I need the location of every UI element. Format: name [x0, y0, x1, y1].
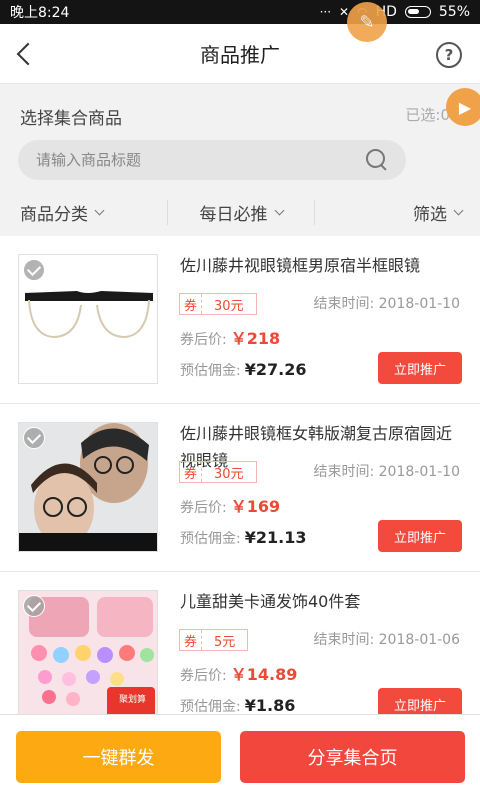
app-header: 商品推广 ?: [0, 24, 480, 84]
search-box: [18, 140, 406, 180]
bottom-action-bar: 一键群发 分享集合页: [0, 714, 480, 800]
promote-button[interactable]: 立即推广: [378, 688, 462, 714]
tab-category[interactable]: 商品分类: [0, 200, 167, 225]
status-icons: ··· ✕ ◠ HD 55%: [320, 4, 470, 20]
coupon-badge: 券 5元: [179, 629, 249, 651]
end-time: 结束时间: 2018-01-06: [313, 632, 460, 648]
help-icon[interactable]: ?: [436, 42, 462, 68]
product-image-glasses-1[interactable]: [18, 254, 158, 384]
tab-category-label: 商品分类: [20, 204, 88, 225]
tab-filter[interactable]: 筛选: [315, 200, 480, 225]
status-time: 晚上8:24: [10, 5, 70, 21]
floating-video-icon[interactable]: ▶: [446, 88, 480, 126]
price-value: ￥14.89: [230, 665, 298, 684]
commission-row: 预估佣金: ¥21.13: [180, 528, 306, 548]
battery-percent: 55%: [438, 4, 470, 20]
juhuasuan-badge: 聚划算: [119, 695, 147, 705]
product-title[interactable]: 佐川藤井视眼镜框男原宿半框眼镜: [180, 252, 462, 279]
promote-button[interactable]: 立即推广: [378, 352, 462, 384]
search-input[interactable]: [36, 151, 366, 169]
filter-tabs: 商品分类 每日必推 筛选: [0, 194, 480, 230]
price-label: 券后价:: [180, 332, 227, 348]
dots-icon: ···: [319, 5, 332, 19]
coupon-value: 30元: [214, 466, 244, 482]
chevron-down-icon: [274, 205, 284, 215]
commission-label: 预估佣金:: [180, 699, 241, 714]
price-label: 券后价:: [180, 668, 227, 684]
page-title: 商品推广: [200, 43, 280, 67]
back-icon[interactable]: [12, 38, 40, 70]
tab-filter-label: 筛选: [413, 204, 448, 225]
tab-daily-label: 每日必推: [199, 204, 268, 225]
coupon-value: 5元: [214, 634, 236, 650]
commission-value: ¥21.13: [244, 528, 307, 547]
filter-section: 选择集合商品 已选:0 商品分类 每日必推 筛选: [0, 84, 480, 236]
mass-send-button[interactable]: 一键群发: [16, 731, 221, 783]
coupon-value: 30元: [214, 298, 244, 314]
product-image-glasses-2[interactable]: [18, 422, 158, 552]
product-list: 佐川藤井视眼镜框男原宿半框眼镜 券 30元 结束时间: 2018-01-10 券…: [0, 236, 480, 714]
share-collection-button[interactable]: 分享集合页: [240, 731, 465, 783]
product-image-hair-accessories[interactable]: 聚划算: [18, 590, 158, 714]
status-bar: 晚上8:24 ··· ✕ ◠ HD 55%: [0, 0, 480, 24]
select-collection-label: 选择集合商品: [20, 109, 122, 129]
end-time: 结束时间: 2018-01-10: [313, 464, 460, 480]
product-item: 聚划算 儿童甜美卡通发饰40件套 券 5元 结束时间: 2018-01-06 券…: [0, 572, 480, 714]
commission-label: 预估佣金:: [180, 363, 241, 379]
price-row: 券后价: ￥14.89: [180, 661, 297, 685]
commission-value: ¥1.86: [244, 696, 296, 714]
price-row: 券后价: ￥218: [180, 325, 280, 349]
tab-daily-must[interactable]: 每日必推: [166, 199, 316, 225]
price-value: ￥218: [230, 329, 281, 348]
product-item: 佐川藤井眼镜框女韩版潮复古原宿圆近视眼镜 券 30元 结束时间: 2018-01…: [0, 404, 480, 572]
end-time: 结束时间: 2018-01-10: [313, 296, 460, 312]
select-checkbox[interactable]: [23, 259, 45, 281]
chevron-down-icon: [453, 205, 464, 215]
commission-row: 预估佣金: ¥1.86: [180, 696, 295, 714]
coupon-tag: 券: [180, 630, 203, 650]
price-label: 券后价:: [180, 500, 227, 516]
select-checkbox[interactable]: [23, 427, 45, 449]
coupon-badge: 券 30元: [179, 461, 257, 483]
price-row: 券后价: ￥169: [180, 493, 280, 517]
floating-brush-icon[interactable]: ✎: [347, 2, 387, 42]
search-icon[interactable]: [366, 149, 388, 171]
coupon-tag: 券: [180, 462, 203, 482]
promote-button[interactable]: 立即推广: [378, 520, 462, 552]
product-title[interactable]: 儿童甜美卡通发饰40件套: [180, 588, 462, 615]
product-item: 佐川藤井视眼镜框男原宿半框眼镜 券 30元 结束时间: 2018-01-10 券…: [0, 236, 480, 404]
commission-label: 预估佣金:: [180, 531, 241, 547]
commission-value: ¥27.26: [244, 360, 307, 379]
battery-icon: [404, 6, 431, 18]
coupon-badge: 券 30元: [179, 293, 257, 315]
coupon-tag: 券: [180, 294, 203, 314]
commission-row: 预估佣金: ¥27.26: [180, 360, 306, 380]
price-value: ￥169: [230, 497, 281, 516]
select-checkbox[interactable]: [23, 595, 45, 617]
chevron-down-icon: [94, 205, 105, 215]
select-row: 选择集合商品 已选:0: [20, 104, 460, 129]
